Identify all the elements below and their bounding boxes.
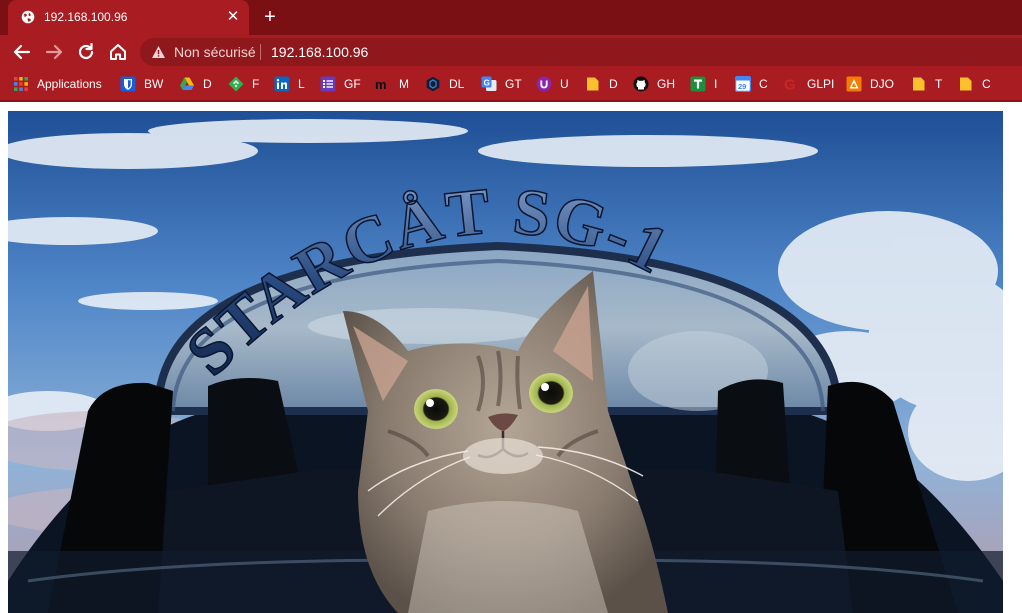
security-status-text[interactable]: Non sécurisé [174,44,256,60]
bookmark-gh[interactable]: GH [633,75,675,93]
cat-in-spacecraft-dome-illustration: STARCÅT SG-1 [8,111,1003,613]
bookmark-d-folder[interactable]: D [585,75,618,93]
orange-grid-icon [846,76,862,92]
bookmark-dl[interactable]: DL [425,75,464,93]
bookmark-label: GF [344,77,361,91]
address-bar[interactable]: Non sécurisé 192.168.100.96 [140,38,1022,66]
tab-title: 192.168.100.96 [44,10,128,24]
bookmark-label: C [759,77,768,91]
tab-strip: 192.168.100.96 ✕ + [0,0,1022,35]
svg-text:m: m [375,77,387,92]
green-t-icon [690,76,706,92]
bookmark-label: C [982,77,991,91]
url-text[interactable]: 192.168.100.96 [271,44,368,60]
bookmark-label: F [252,77,260,91]
bookmark-i[interactable]: I [690,75,717,93]
bitwarden-shield-icon [120,76,136,92]
reload-icon[interactable] [75,41,97,63]
bookmark-d[interactable]: D [179,75,212,93]
browser-toolbar: Non sécurisé 192.168.100.96 [0,35,1022,69]
folder-icon [913,77,925,91]
bookmark-label: T [935,77,943,91]
feedly-icon [228,76,244,92]
bookmark-glpi[interactable]: G GLPI [783,75,834,93]
purple-u-icon [536,76,552,92]
bookmark-label: L [298,77,305,91]
svg-text:G: G [784,77,796,93]
forward-arrow-icon[interactable] [43,41,65,63]
apps-grid-icon [14,77,28,91]
folder-icon [587,77,599,91]
bookmark-label: D [609,77,618,91]
svg-text:29: 29 [738,82,746,91]
back-arrow-icon[interactable] [11,41,33,63]
github-icon [633,76,649,92]
bookmark-m[interactable]: m M [375,75,409,93]
bookmark-t-folder[interactable]: T [911,75,942,93]
glpi-g-icon: G [784,77,796,93]
bookmark-l[interactable]: L [274,75,305,93]
bookmark-label: GT [505,77,522,91]
bookmark-label: I [714,77,718,91]
bookmark-label: BW [144,77,164,91]
calendar-icon: 29 [735,76,751,92]
close-tab-icon[interactable]: ✕ [224,8,242,26]
bookmark-label: M [399,77,409,91]
bookmark-label: D [203,77,212,91]
bookmark-label: U [560,77,569,91]
svg-text:G: G [484,79,490,88]
bookmark-label: DJO [870,77,894,91]
globe-icon [21,10,35,24]
chrome-bottom-border [0,100,1022,102]
bookmark-djo[interactable]: DJO [846,75,894,93]
bookmark-label: GLPI [807,77,835,91]
folder-icon [960,77,972,91]
bookmark-f[interactable]: F [228,75,259,93]
omnibox-divider [260,44,261,60]
bookmark-label: Applications [37,77,102,91]
bookmark-label: GH [657,77,675,91]
bookmark-bw[interactable]: BW [120,75,163,93]
linkedin-icon [274,76,290,92]
bookmark-u[interactable]: U [536,75,569,93]
bookmarks-bar: Applications BW D F L GF m M DL G GT U D… [0,69,1022,100]
bookmark-c-calendar[interactable]: 29 C [735,75,768,93]
plus-icon[interactable]: + [259,7,281,29]
google-translate-icon: G [481,76,497,91]
hero-image: STARCÅT SG-1 [8,111,1003,613]
hexagon-icon [426,76,440,92]
mastodon-icon: m [375,77,387,92]
bookmark-gf[interactable]: GF [320,75,361,93]
bookmark-c-folder[interactable]: C [958,75,991,93]
bookmark-applications[interactable]: Applications [13,75,102,93]
google-drive-icon [180,77,194,90]
bookmark-gt[interactable]: G GT [481,75,522,93]
browser-tab[interactable]: 192.168.100.96 ✕ [8,0,249,35]
forms-list-icon [320,76,336,92]
bookmark-label: DL [449,77,465,91]
warning-triangle-icon[interactable] [151,45,166,59]
home-icon[interactable] [107,41,129,63]
